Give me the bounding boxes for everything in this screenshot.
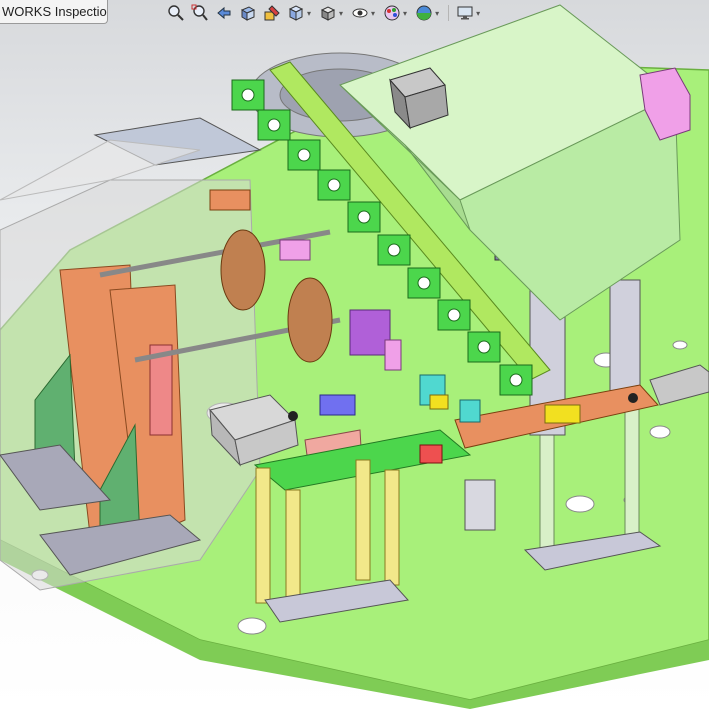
chevron-down-icon[interactable]: ▾	[371, 9, 375, 18]
hide-show-items-icon	[352, 8, 368, 18]
view-settings-button[interactable]	[455, 3, 475, 23]
previous-view-icon	[217, 6, 231, 20]
document-tab-title: WORKS Inspection	[2, 4, 108, 19]
zoom-to-fit-button[interactable]	[166, 3, 186, 23]
apply-scene-icon	[416, 5, 432, 21]
zoom-to-fit-icon	[168, 5, 184, 21]
document-tab[interactable]: WORKS Inspection	[0, 0, 108, 24]
monitor-icon	[457, 6, 473, 20]
graphics-viewport[interactable]: WORKS Inspection ▾ ▾ ▾ ▾ ▾ ▾	[0, 0, 709, 709]
hide-show-items-button[interactable]	[350, 3, 370, 23]
dynamic-annotation-button[interactable]	[262, 3, 282, 23]
apply-scene-button[interactable]	[414, 3, 434, 23]
display-style-icon	[320, 6, 336, 21]
chevron-down-icon[interactable]: ▾	[307, 9, 311, 18]
chevron-down-icon[interactable]: ▾	[403, 9, 407, 18]
chevron-down-icon[interactable]: ▾	[435, 9, 439, 18]
section-view-button[interactable]	[238, 3, 258, 23]
section-view-icon	[240, 6, 256, 21]
toolbar-separator	[448, 5, 450, 21]
view-orientation-icon	[288, 5, 304, 21]
view-orientation-button[interactable]	[286, 3, 306, 23]
chevron-down-icon[interactable]: ▾	[476, 9, 480, 18]
zoom-to-area-button[interactable]	[190, 3, 210, 23]
display-style-button[interactable]	[318, 3, 338, 23]
dynamic-annotation-icon	[264, 5, 280, 21]
assembly-model[interactable]	[0, 0, 709, 709]
edit-appearance-button[interactable]	[382, 3, 402, 23]
zoom-to-area-icon	[191, 4, 208, 21]
chevron-down-icon[interactable]: ▾	[339, 9, 343, 18]
previous-view-button[interactable]	[214, 3, 234, 23]
heads-up-view-toolbar: ▾ ▾ ▾ ▾ ▾ ▾	[166, 2, 483, 24]
edit-appearance-icon	[384, 5, 400, 21]
